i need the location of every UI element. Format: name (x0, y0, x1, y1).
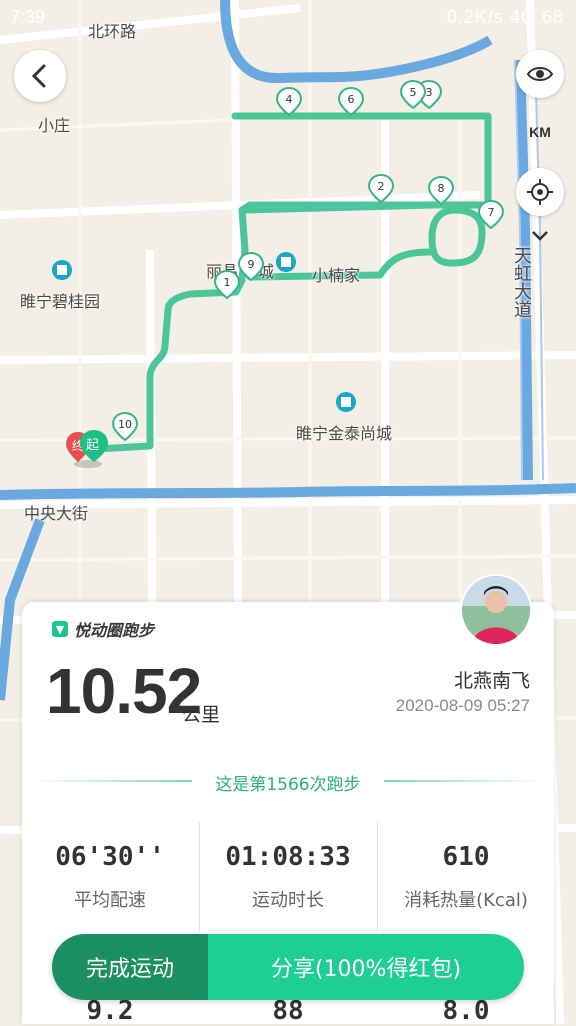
svg-text:4: 4 (286, 93, 293, 106)
km-marker-1: 1 (213, 269, 241, 300)
km-marker-9: 9 (237, 251, 265, 282)
svg-text:10: 10 (118, 418, 132, 431)
status-time: 7:39 (10, 7, 46, 27)
map-label-tianhong: 天虹大道 (511, 246, 532, 318)
status-bar: 7:39 0.2K/s 4G 68 (0, 0, 576, 36)
km-marker-5: 5 (399, 79, 427, 110)
crosshair-icon (527, 179, 553, 205)
km-marker-6: 6 (337, 86, 365, 117)
run-count-banner: 这是第1566次跑步 (22, 770, 554, 795)
svg-text:2: 2 (378, 180, 385, 193)
collapse-controls-button[interactable] (522, 218, 558, 254)
status-indicators: 0.2K/s 4G 68 (447, 7, 564, 28)
stat-duration: 01:08:33 运动时长 (200, 842, 376, 912)
distance-value: 10.52 (46, 655, 202, 727)
svg-text:9: 9 (248, 258, 255, 271)
secondary-stat-value: 88 (272, 996, 304, 1026)
svg-text:8: 8 (438, 182, 445, 195)
map-label-jintai: 睢宁金泰尚城 (296, 424, 393, 443)
start-marker-label: 起 (86, 438, 99, 453)
locate-button[interactable] (516, 168, 564, 216)
secondary-stat-value: 8.0 (442, 996, 490, 1026)
poi-building-icon (336, 392, 356, 412)
svg-text:3: 3 (426, 86, 433, 99)
secondary-stat-value: 9.2 (86, 996, 134, 1026)
user-photo (462, 576, 530, 644)
map-label-road-north: 北环路 (88, 22, 137, 41)
chevron-left-icon (31, 64, 46, 88)
km-marker-4: 4 (275, 86, 303, 117)
svg-text:1: 1 (224, 276, 231, 289)
stat-avg-pace: 06'30'' 平均配速 (22, 842, 198, 912)
distance-unit: 公里 (182, 704, 221, 726)
km-marker-8: 8 (427, 175, 455, 206)
poi-building-icon (52, 260, 72, 280)
share-button[interactable]: 分享(100%得红包) (208, 934, 524, 1000)
brand-name: 悦动圈跑步 (74, 621, 155, 640)
map-label-zhongyang: 中央大街 (24, 504, 89, 523)
user-name: 北燕南飞 (453, 670, 530, 692)
battery-level: 68 (541, 7, 564, 27)
brand: ▼ 悦动圈跑步 (52, 617, 154, 641)
back-button[interactable] (14, 50, 66, 102)
svg-text:5: 5 (410, 86, 417, 99)
svg-text:6: 6 (348, 93, 355, 106)
stat-value: 01:08:33 (225, 842, 351, 872)
avatar[interactable] (460, 574, 532, 646)
finish-run-button[interactable]: 完成运动 (52, 934, 208, 1000)
km-marker-10: 10 (111, 411, 139, 442)
stat-label: 平均配速 (74, 890, 146, 911)
map-label-xiaozhuang: 小庄 (38, 116, 71, 135)
start-marker-icon: 起 (80, 430, 108, 462)
map-label-bigui: 睢宁碧桂园 (20, 292, 101, 311)
km-marker-7: 7 (477, 199, 505, 230)
run-datetime: 2020-08-09 05:27 (395, 696, 530, 715)
brand-logo-icon: ▼ (52, 621, 68, 637)
eye-icon (526, 67, 554, 81)
chevron-down-icon (532, 231, 548, 241)
action-bar: 完成运动 分享(100%得红包) (52, 934, 524, 1000)
km-toggle-label: KM (529, 124, 551, 140)
divider-right (384, 780, 544, 782)
stat-calories: 610 消耗热量(Kcal) (378, 842, 554, 912)
stat-value: 06'30'' (55, 842, 165, 872)
km-marker-2: 2 (367, 173, 395, 204)
km-marker-toggle-button[interactable]: KM (516, 108, 564, 156)
svg-text:7: 7 (488, 206, 495, 219)
visibility-toggle-button[interactable] (516, 50, 564, 98)
poi-building-icon (276, 252, 296, 272)
run-count-text: 这是第1566次跑步 (215, 775, 361, 795)
network-speed: 0.2K/s (446, 7, 504, 27)
stat-value: 610 (442, 842, 490, 872)
network-type: 4G (509, 7, 536, 27)
map-label-xiaonanjia: 小楠家 (312, 266, 361, 285)
stat-label: 运动时长 (252, 890, 324, 911)
stat-label: 消耗热量(Kcal) (404, 890, 528, 911)
